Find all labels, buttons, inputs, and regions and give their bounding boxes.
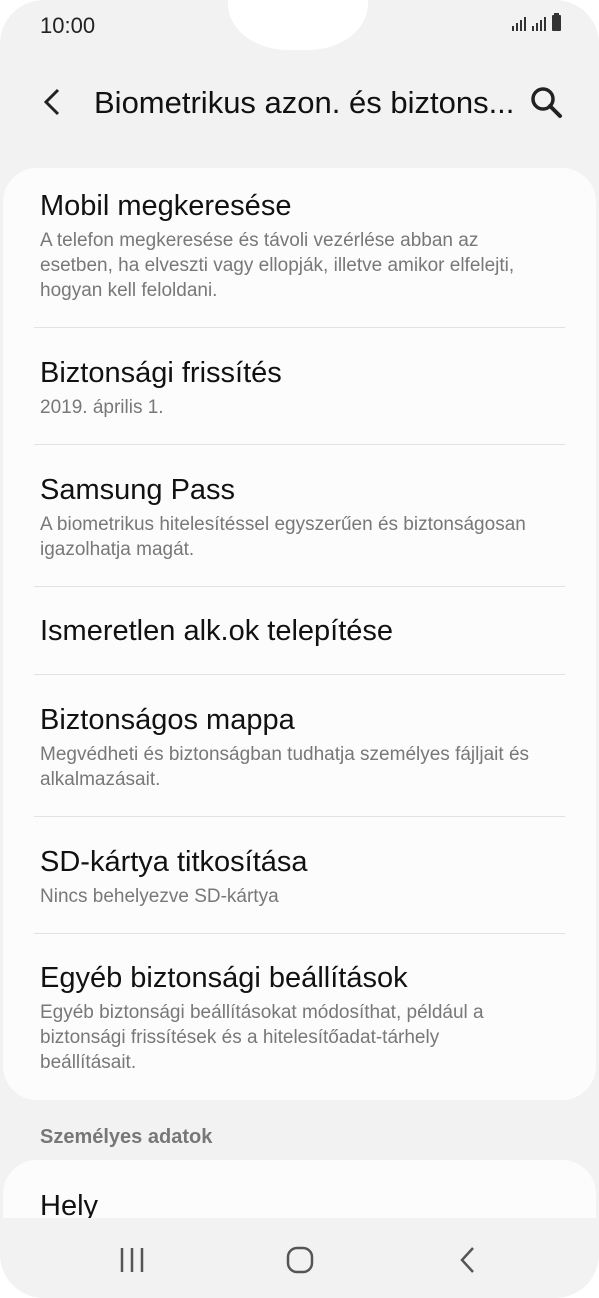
item-title: Ismeretlen alk.ok telepítése [40,615,394,647]
back-button[interactable] [36,84,72,120]
section-header-personal-data: Személyes adatok [40,1126,213,1148]
status-icons [512,13,561,31]
search-button[interactable] [528,84,564,120]
list-item-secure-folder[interactable]: Biztonságos mappa Megvédheti és biztonsá… [3,675,596,816]
battery-icon [552,13,561,31]
signal-icon-2 [532,15,546,31]
item-title: Mobil megkeresése [40,190,292,222]
item-subtitle: Megvédheti és biztonságban tudhatja szem… [40,744,530,790]
settings-card: Mobil megkeresése A telefon megkeresése … [3,168,596,1100]
list-item-samsung-pass[interactable]: Samsung Pass A biometrikus hitelesítésse… [3,445,596,586]
list-item-unknown-apps[interactable]: Ismeretlen alk.ok telepítése [3,587,596,674]
list-item-sd-card-encryption[interactable]: SD-kártya titkosítása Nincs behelyezve S… [3,817,596,933]
item-title: Biztonsági frissítés [40,357,282,389]
search-icon [531,87,562,118]
item-subtitle: 2019. április 1. [40,397,164,418]
recents-icon [120,1248,144,1272]
item-title: Samsung Pass [40,474,236,506]
recents-button[interactable] [112,1240,152,1280]
back-arrow-icon [43,88,60,116]
page-title: Biometrikus azon. és biztons... [94,85,515,120]
list-item-security-update[interactable]: Biztonsági frissítés 2019. április 1. [3,328,596,444]
item-title: Egyéb biztonsági beállítások [40,962,408,994]
item-subtitle: A biometrikus hitelesítéssel egyszerűen … [40,514,526,560]
item-subtitle: Nincs behelyezve SD-kártya [40,886,279,907]
navigation-bar [0,1218,599,1298]
nav-back-icon [460,1247,474,1273]
item-subtitle: Egyéb biztonsági beállításokat módosítha… [40,1002,484,1073]
home-icon [286,1246,314,1274]
list-item-find-my-mobile[interactable]: Mobil megkeresése A telefon megkeresése … [3,168,596,327]
app-bar: Biometrikus azon. és biztons... [0,70,599,136]
nav-back-button[interactable] [448,1240,488,1280]
phone-screen: 10:00 Biometrikus azon. és biztons... Mo… [0,0,599,1298]
item-subtitle: A telefon megkeresése és távoli vezérlés… [40,230,515,301]
list-item-other-security-settings[interactable]: Egyéb biztonsági beállítások Egyéb bizto… [3,934,596,1100]
camera-notch [228,0,368,50]
signal-icon [512,15,526,31]
item-title: SD-kártya titkosítása [40,846,308,878]
item-title: Biztonságos mappa [40,704,295,736]
status-time: 10:00 [40,13,96,38]
home-button[interactable] [280,1240,320,1280]
